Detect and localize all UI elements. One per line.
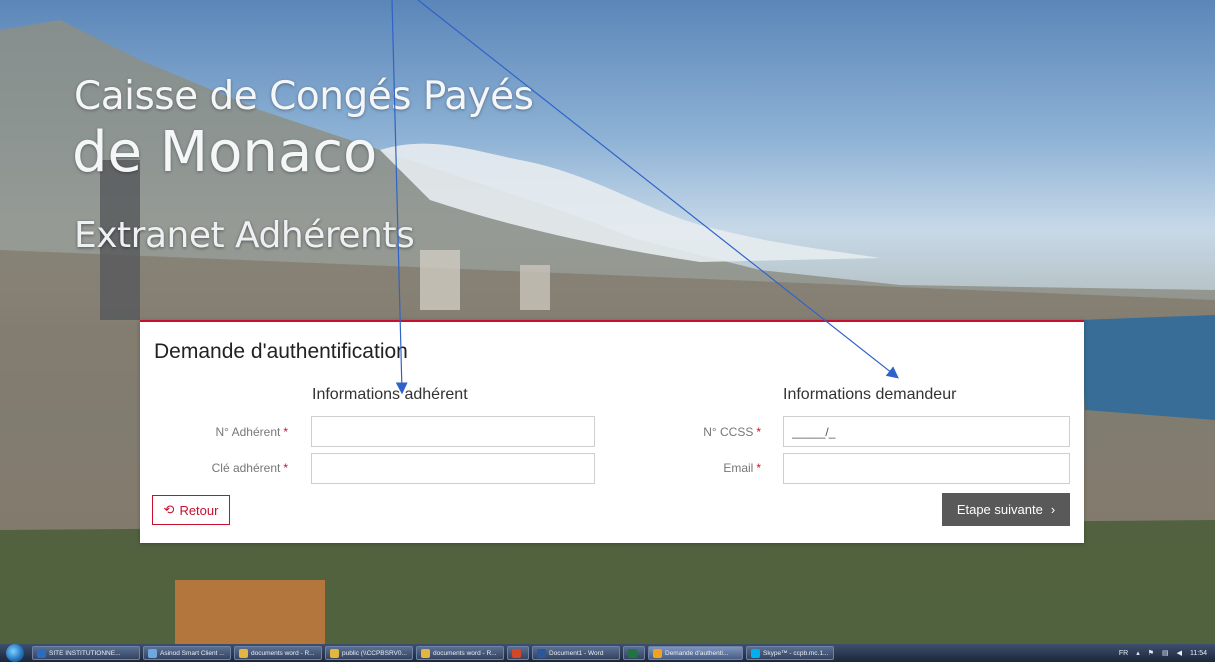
taskbar-item[interactable]: public (\\CCPBSRV0... <box>325 646 413 660</box>
taskbar-item[interactable]: Asinod Smart Client ... <box>143 646 231 660</box>
adherent-number-label: N° Adhérent * <box>215 425 288 439</box>
start-button[interactable] <box>6 644 24 662</box>
app-icon <box>148 648 157 658</box>
brand-line-1: Caisse de Congés Payés <box>74 74 534 119</box>
section-heading-requester: Informations demandeur <box>783 386 957 403</box>
back-button[interactable]: ⟲ Retour <box>152 495 230 525</box>
taskbar-item[interactable]: Skype™ - ccpb.mc.1... <box>746 646 834 660</box>
next-step-label: Etape suivante <box>956 502 1043 517</box>
folder-icon <box>421 648 430 658</box>
ccss-label: N° CCSS * <box>703 425 761 439</box>
taskbar-item[interactable] <box>623 646 645 660</box>
email-label: Email * <box>723 461 761 475</box>
language-indicator[interactable]: FR <box>1119 650 1128 657</box>
powerpoint-icon <box>512 648 521 658</box>
app-icon <box>37 648 46 658</box>
adherent-key-label: Clé adhérent * <box>211 461 288 475</box>
email-input[interactable] <box>783 453 1070 484</box>
taskbar-item[interactable]: documents word - R... <box>416 646 504 660</box>
network-icon[interactable]: ▤ <box>1162 649 1169 657</box>
taskbar-item[interactable] <box>507 646 529 660</box>
volume-icon[interactable]: ◀ <box>1177 649 1182 657</box>
windows-taskbar: SITE INSTITUTIONNE... Asinod Smart Clien… <box>0 644 1215 662</box>
tray-up-arrow-icon[interactable]: ▴ <box>1136 649 1140 657</box>
adherent-number-input[interactable] <box>311 416 595 447</box>
form-title: Demande d'authentification <box>154 340 408 363</box>
brand-line-2: de Monaco <box>72 120 378 185</box>
history-back-icon: ⟲ <box>163 502 175 517</box>
system-tray: FR ▴ ⚑ ▤ ◀ 11:54 <box>1119 644 1207 662</box>
taskbar-item-active[interactable]: Demande d'authenti... <box>648 646 743 660</box>
chevron-right-icon: › <box>1050 502 1056 517</box>
next-step-button[interactable]: Etape suivante › <box>942 493 1070 526</box>
authentication-card: Demande d'authentification Informations … <box>140 320 1084 543</box>
clock[interactable]: 11:54 <box>1190 650 1207 657</box>
back-button-label: Retour <box>179 502 219 518</box>
adherent-key-input[interactable] <box>311 453 595 484</box>
taskbar-item[interactable]: Document1 - Word <box>532 646 620 660</box>
section-heading-adherent: Informations adhérent <box>312 386 468 403</box>
taskbar-item[interactable]: documents word - R... <box>234 646 322 660</box>
skype-icon <box>751 648 760 658</box>
excel-icon <box>628 648 637 658</box>
brand-line-3: Extranet Adhérents <box>74 215 415 256</box>
chrome-icon <box>653 648 662 658</box>
flag-icon[interactable]: ⚑ <box>1148 649 1154 657</box>
ccss-input[interactable] <box>783 416 1070 447</box>
word-icon <box>537 648 546 658</box>
taskbar-item[interactable]: SITE INSTITUTIONNE... <box>32 646 140 660</box>
folder-icon <box>239 648 248 658</box>
folder-icon <box>330 648 339 658</box>
